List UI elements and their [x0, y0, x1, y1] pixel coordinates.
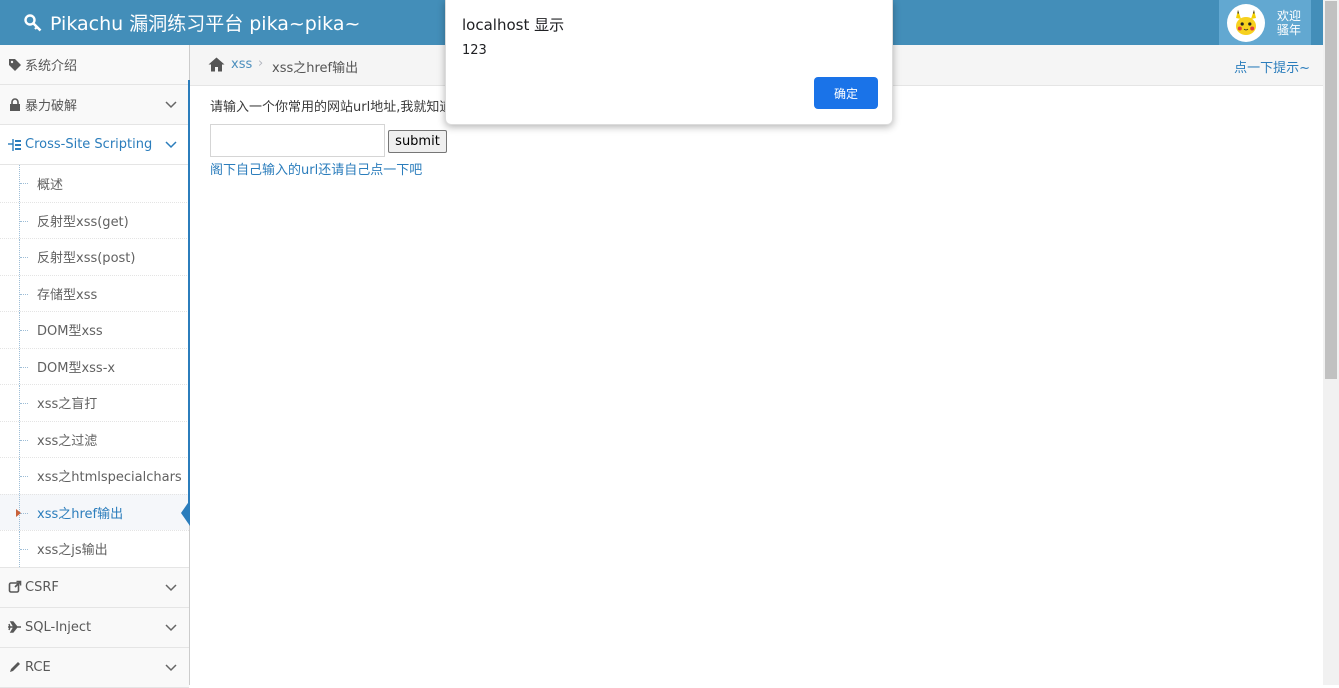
sidebar-item-label: CSRF	[25, 579, 59, 595]
result-url-link[interactable]: 阁下自己输入的url还请自己点一下吧	[210, 159, 422, 178]
submenu-item-label: DOM型xss	[37, 324, 103, 340]
scrollbar-thumb[interactable]	[1325, 1, 1337, 379]
alert-dialog: localhost 显示 123 确定	[445, 0, 893, 125]
submenu-item-label: xss之盲打	[37, 397, 98, 413]
alert-ok-button[interactable]: 确定	[814, 77, 878, 109]
sidebar-item-brute-force[interactable]: 暴力破解	[0, 85, 189, 125]
active-caret-icon	[16, 508, 21, 517]
user-menu[interactable]: 欢迎 骚年	[1219, 0, 1311, 45]
submenu-item-label: xss之href输出	[37, 506, 124, 522]
submenu-item-reflected-post[interactable]: 反射型xss(post)	[0, 238, 189, 275]
hint-link[interactable]: 点一下提示~	[1234, 57, 1310, 76]
submenu-item-blind[interactable]: xss之盲打	[0, 384, 189, 421]
page-scrollbar[interactable]	[1323, 0, 1339, 685]
submenu-item-overview[interactable]: 概述	[0, 165, 189, 202]
sidebar-item-label: Cross-Site Scripting	[25, 137, 153, 152]
pencil-icon	[8, 660, 22, 674]
breadcrumb-link-xss[interactable]: xss	[231, 57, 252, 72]
brand[interactable]: Pikachu 漏洞练习平台 pika~pika~	[24, 9, 360, 36]
submenu-item-stored[interactable]: 存储型xss	[0, 274, 189, 312]
sidebar-item-xss[interactable]: Cross-Site Scripting	[0, 125, 189, 165]
sidebar-item-rce[interactable]: RCE	[0, 647, 189, 688]
submenu-item-label: xss之过滤	[37, 433, 98, 449]
submenu-item-label: 反射型xss(get)	[37, 214, 129, 230]
brand-title: Pikachu 漏洞练习平台 pika~pika~	[50, 13, 361, 35]
submenu-item-label: 反射型xss(post)	[37, 251, 136, 267]
sidebar-item-label: SQL-Inject	[25, 619, 92, 635]
sidebar-item-label: 系统介绍	[25, 59, 78, 74]
sidebar-item-label: 暴力破解	[25, 99, 78, 114]
sidebar-item-intro[interactable]: 系统介绍	[0, 45, 189, 85]
xss-submenu: 概述 反射型xss(get) 反射型xss(post) 存储型xss DOM型x…	[0, 165, 190, 568]
xss-icon	[8, 138, 22, 152]
chevron-down-icon	[165, 141, 177, 149]
submenu-item-label: 概述	[37, 177, 64, 193]
tag-icon	[8, 58, 22, 72]
submenu-item-label: 存储型xss	[37, 287, 98, 303]
submenu-item-label: xss之js输出	[37, 543, 108, 559]
breadcrumb-current: xss之href输出	[272, 61, 359, 76]
sidebar: 系统介绍 暴力破解 Cross-Site Scripting 概述 反射型xss…	[0, 45, 190, 688]
submenu-item-dom[interactable]: DOM型xss	[0, 311, 189, 348]
submenu-item-js-output[interactable]: xss之js输出	[0, 530, 189, 567]
chevron-down-icon	[165, 583, 177, 591]
sidebar-item-label: RCE	[25, 659, 51, 675]
chevron-down-icon	[165, 663, 177, 671]
active-menu-bar	[188, 80, 190, 523]
key-icon	[24, 13, 42, 31]
username: 骚年	[1277, 22, 1302, 37]
sidebar-item-csrf[interactable]: CSRF	[0, 567, 189, 608]
welcome-text: 欢迎	[1277, 8, 1302, 23]
submenu-item-label: DOM型xss-x	[37, 360, 116, 376]
share-icon	[8, 580, 22, 594]
submit-button[interactable]: submit	[388, 130, 447, 153]
submenu-item-filter[interactable]: xss之过滤	[0, 420, 189, 458]
submenu-item-label: xss之htmlspecialchars	[37, 470, 182, 486]
submenu-item-dom-x[interactable]: DOM型xss-x	[0, 347, 189, 385]
submenu-item-href-output[interactable]: xss之href输出	[0, 493, 190, 530]
home-icon[interactable]	[208, 57, 225, 72]
lock-icon	[8, 97, 22, 112]
submenu-item-reflected-get[interactable]: 反射型xss(get)	[0, 201, 189, 239]
sidebar-item-sql-inject[interactable]: SQL-Inject	[0, 607, 189, 648]
avatar	[1227, 3, 1265, 42]
url-input[interactable]	[210, 124, 385, 157]
submenu-item-htmlspecialchars[interactable]: xss之htmlspecialchars	[0, 457, 189, 494]
chevron-down-icon	[165, 101, 177, 109]
alert-message: 123	[462, 43, 487, 58]
chevron-down-icon	[165, 623, 177, 631]
alert-title: localhost 显示	[462, 16, 565, 34]
plane-icon	[8, 620, 22, 634]
breadcrumb-separator: ›	[258, 56, 264, 71]
user-greeting: 欢迎 骚年	[1277, 9, 1301, 37]
